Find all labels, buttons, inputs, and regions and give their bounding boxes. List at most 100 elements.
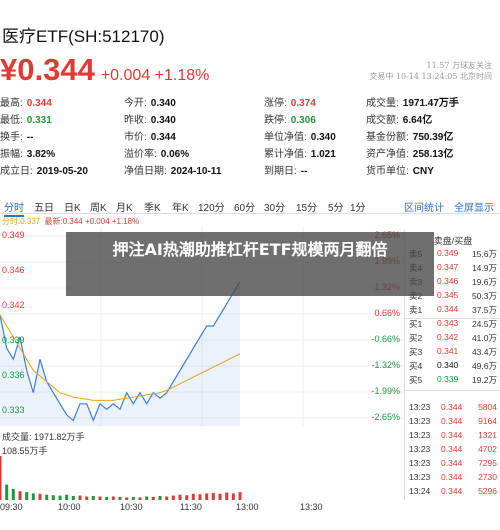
tab-3[interactable]: 周K — [90, 199, 107, 214]
orderbook-price: 0.344 — [437, 304, 459, 314]
trade-row: 13:24 0.344 5296 — [405, 486, 500, 500]
stat-label: 成交额: — [366, 115, 399, 126]
volume-bar — [65, 494, 69, 500]
trade-price: 0.344 — [441, 472, 463, 482]
stat-item: 成立日: 2019-05-20 — [0, 162, 88, 177]
tab-12[interactable]: 1分 — [350, 199, 366, 214]
tab-4[interactable]: 月K — [116, 199, 133, 214]
orderbook-volume: 19.2万 — [471, 375, 497, 385]
volume-bar — [78, 495, 82, 500]
news-headline[interactable]: 押注AI热潮助推杠杆ETF规模两月翻倍 — [66, 238, 434, 262]
orderbook-volume: 24.5万 — [471, 319, 497, 329]
orderbook-price: 0.341 — [437, 346, 459, 356]
stat-item: 成交量: 1971.47万手 — [366, 94, 459, 109]
stat-item: 资产净值: 258.13亿 — [366, 145, 453, 160]
volume-bar — [131, 496, 135, 500]
tab-1[interactable]: 五日 — [34, 199, 54, 214]
orderbook-divider — [405, 390, 500, 391]
tab-7[interactable]: 120分 — [198, 199, 225, 214]
stat-value: 3.82% — [26, 149, 56, 160]
volume-bar — [18, 491, 22, 500]
volume-bar — [165, 496, 169, 500]
trade-time: 13:23 — [409, 430, 431, 440]
stat-item: 跌停: 0.306 — [264, 111, 316, 126]
volume-bar — [238, 492, 242, 500]
volume-bar — [118, 496, 122, 500]
trade-price: 0.344 — [441, 444, 463, 454]
tab-0[interactable]: 分时 — [4, 199, 24, 217]
stat-item: 最高: 0.344 — [0, 94, 52, 109]
orderbook-volume: 49.6万 — [471, 361, 497, 371]
tab-11[interactable]: 5分 — [328, 199, 344, 214]
trade-time: 13:23 — [409, 416, 431, 426]
y-label-right: -1.99% — [371, 386, 400, 396]
trade-row: 13:23 0.344 7295 — [405, 458, 500, 472]
stat-label: 单位净值: — [264, 132, 307, 143]
stat-item: 昨收: 0.340 — [124, 111, 176, 126]
orderbook-price: 0.342 — [437, 332, 459, 342]
stat-item: 净值日期: 2024-10-11 — [124, 162, 221, 177]
stat-item: 到期日: -- — [264, 162, 307, 177]
trade-time: 13:23 — [409, 402, 431, 412]
stat-value: 1971.47万手 — [402, 98, 459, 109]
orderbook-row: 买2 0.342 41.0万 — [405, 332, 500, 346]
orderbook-volume: 19.6万 — [471, 277, 497, 287]
orderbook-row: 买5 0.339 19.2万 — [405, 374, 500, 388]
current-price: ¥0.344 — [0, 52, 95, 87]
tab-6[interactable]: 年K — [172, 199, 189, 214]
orderbook-volume: 41.0万 — [471, 333, 497, 343]
news-overlay[interactable]: 押注AI热潮助推杠杆ETF规模两月翻倍 — [66, 232, 434, 296]
tab-2[interactable]: 日K — [64, 199, 81, 214]
trade-volume: 1321 — [478, 430, 497, 440]
tab-5[interactable]: 季K — [144, 199, 161, 214]
watermark-line1: 11.57 万球友关注 — [426, 61, 492, 70]
stat-label: 跌停: — [264, 115, 287, 126]
orderbook-price: 0.345 — [437, 290, 459, 300]
tab-8[interactable]: 60分 — [234, 199, 255, 214]
stat-value: 258.13亿 — [412, 149, 454, 160]
chart-info-prefix: 分时:0.337 — [2, 217, 41, 226]
orderbook-label: 买1 — [409, 319, 423, 329]
stat-item: 涨停: 0.374 — [264, 94, 316, 109]
trade-row: 13:23 0.344 2730 — [405, 472, 500, 486]
stat-label: 净值日期: — [124, 166, 167, 177]
price-area — [0, 281, 240, 426]
tab-10[interactable]: 15分 — [296, 199, 317, 214]
stat-value: 0.340 — [310, 132, 336, 143]
volume-bar — [11, 489, 15, 500]
range-stats-button[interactable]: 区间统计 — [404, 199, 444, 214]
stat-row: 振幅: 3.82% 溢价率: 0.06% 累计净值: 1.021 资产净值: 258.13亿 — [0, 145, 500, 162]
stat-row: 成立日: 2019-05-20 净值日期: 2024-10-11 到期日: -- 货币单位:… — [0, 162, 500, 179]
stat-value: -- — [26, 132, 34, 143]
stat-value: 750.39亿 — [412, 132, 454, 143]
volume-bar — [158, 496, 162, 500]
stat-label: 换手: — [0, 132, 23, 143]
x-label: 13:30 — [300, 502, 323, 512]
trade-volume: 7295 — [478, 458, 497, 468]
stat-label: 累计净值: — [264, 149, 307, 160]
trade-volume: 4702 — [478, 444, 497, 454]
stat-label: 成立日: — [0, 166, 33, 177]
x-label: 11:30 — [180, 502, 202, 512]
stat-value: 0.06% — [160, 149, 190, 160]
stat-label: 涨停: — [264, 98, 287, 109]
stat-item: 今开: 0.340 — [124, 94, 176, 109]
volume-bar — [38, 493, 42, 500]
trade-time: 13:23 — [409, 472, 431, 482]
stat-label: 今开: — [124, 98, 147, 109]
volume-bar — [198, 494, 202, 500]
stat-item: 最低: 0.331 — [0, 111, 52, 126]
tab-9[interactable]: 30分 — [264, 199, 285, 214]
stat-value: 0.340 — [150, 98, 176, 109]
volume-bar — [171, 495, 175, 500]
orderbook-label: 买4 — [409, 361, 423, 371]
stat-label: 最低: — [0, 115, 23, 126]
stat-value: 0.344 — [26, 98, 52, 109]
stat-row: 换手: -- 市价: 0.344 单位净值: 0.340 基金份额: 750.39亿 — [0, 128, 500, 145]
stat-value: 6.64亿 — [402, 115, 433, 126]
y-label-right: 0.66% — [374, 308, 400, 318]
trade-price: 0.344 — [441, 402, 463, 412]
stat-item: 基金份额: 750.39亿 — [366, 128, 453, 143]
volume-bar — [145, 496, 149, 500]
fullscreen-button[interactable]: 全屏显示 — [454, 199, 494, 214]
